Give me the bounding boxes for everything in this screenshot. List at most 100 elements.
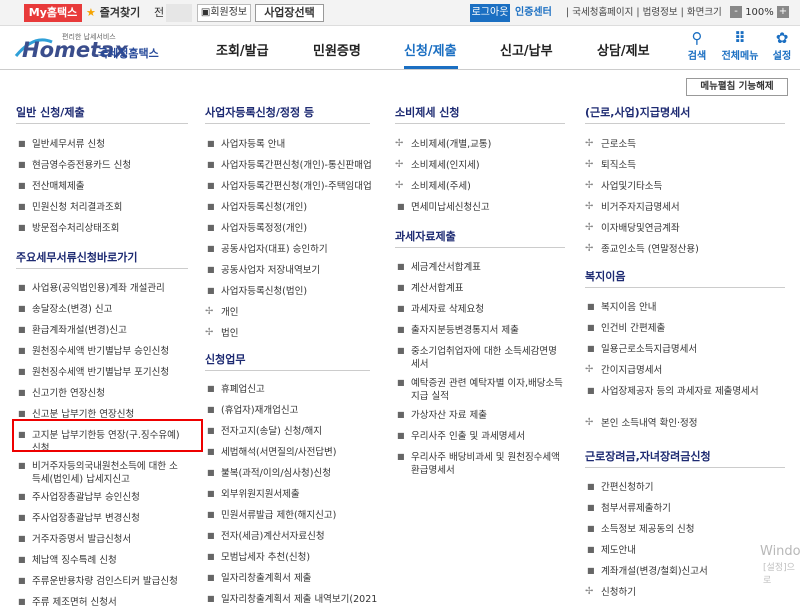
- menu-item-link[interactable]: 주사업장총괄납부 승인신청: [32, 491, 140, 504]
- menu-item-link[interactable]: 과세자료 삭제요청: [411, 303, 484, 316]
- menu-item-link[interactable]: 휴폐업신고: [221, 383, 265, 396]
- menu-item-link[interactable]: 계좌개설(변경/철회)신고서: [601, 565, 708, 578]
- menu-item-link[interactable]: 전자고지(송달) 신청/해지: [221, 425, 322, 438]
- menu-item-link[interactable]: 세금계산서합계표: [411, 261, 481, 274]
- hometax-logo[interactable]: 편리한 납세서비스 Hometax 국세청홈택스: [14, 32, 164, 62]
- menu-item-link[interactable]: 출자지분등변경통지서 제출: [411, 324, 519, 337]
- menu-item-link[interactable]: 민원신청 처리결과조회: [32, 201, 122, 214]
- zoom-out-button[interactable]: -: [730, 6, 742, 18]
- my-hometax-button[interactable]: My홈택스: [24, 4, 82, 22]
- menu-item-link[interactable]: 예탁증권 관련 예탁자별 이자,배당소득지급 실적: [411, 377, 565, 403]
- menu-item-link[interactable]: 사업자등록간편신청(개인)-통신판매업: [221, 159, 372, 172]
- menu-item-link[interactable]: 주류 제조면허 신청서: [32, 596, 117, 609]
- bullet-icon: ■: [207, 552, 215, 561]
- menu-item-link[interactable]: 간편신청하기: [601, 481, 653, 494]
- bullet-icon: ■: [18, 388, 26, 397]
- menu-item-link[interactable]: 법인: [221, 327, 238, 340]
- bullet-icon: ■: [207, 405, 215, 414]
- menu-item-link[interactable]: 주사업장총괄납부 변경신청: [32, 512, 140, 525]
- menu-item-link[interactable]: 인건비 간편제출: [601, 322, 665, 335]
- menu-item-link[interactable]: 첨부서류제출하기: [601, 502, 671, 515]
- menu-fix-toggle-button[interactable]: 메뉴펼침 기능해제: [686, 78, 788, 96]
- menu-item-link[interactable]: 사업자등록정정(개인): [221, 222, 307, 235]
- menu-item-link[interactable]: 거주자증명서 발급신청서: [32, 533, 131, 546]
- menu-item-link[interactable]: 우리사주 인출 및 과세명세서: [411, 430, 525, 443]
- member-info-button[interactable]: ▣회원정보: [197, 4, 251, 22]
- menu-item-link[interactable]: 일자리창출계획서 제출: [221, 572, 311, 585]
- menu-item-link[interactable]: 원천징수세액 반기별납부 포기신청: [32, 366, 169, 379]
- menu-item-link[interactable]: (휴업자)재개업신고: [221, 404, 298, 417]
- nav-civil-certificate[interactable]: 민원증명: [313, 40, 361, 59]
- menu-item-link[interactable]: 전산매체제출: [32, 180, 84, 193]
- menu-item-link[interactable]: 중소기업취업자에 대한 소득세감면명세서: [411, 345, 565, 371]
- menu-item-link[interactable]: 우리사주 배당비과세 및 원천징수세액환급명세서: [411, 451, 565, 477]
- menu-item-link[interactable]: 면세미납세신청신고: [411, 201, 490, 214]
- menu-item-link[interactable]: 퇴직소득: [601, 159, 636, 172]
- favorites-button[interactable]: ★ 즐겨찾기: [86, 4, 140, 22]
- bullet-icon: ■: [397, 378, 405, 387]
- nav-consult[interactable]: 상담/제보: [597, 40, 650, 59]
- bullet-icon: ■: [207, 181, 215, 190]
- search-button[interactable]: ⚲ 검색: [677, 30, 717, 63]
- menu-item-link[interactable]: 사업자등록 안내: [221, 138, 285, 151]
- menu-item-link[interactable]: 방문접수처리상태조회: [32, 222, 119, 235]
- section-divider: [205, 123, 370, 124]
- menu-item-link[interactable]: 근로소득: [601, 138, 636, 151]
- menu-item-link[interactable]: 일반세무서류 신청: [32, 138, 105, 151]
- menu-item-link[interactable]: 체납액 징수특례 신청: [32, 554, 117, 567]
- bullet-icon: ■: [397, 431, 405, 440]
- menu-item-link[interactable]: 소비제세(개별,교통): [411, 138, 491, 151]
- bullet-icon: ■: [207, 510, 215, 519]
- menu-item-link[interactable]: 소비제세(주세): [411, 180, 471, 193]
- menu-item-link[interactable]: 비거주자등의국내원천소득에 대한 소득세(법인세) 납세지신고: [32, 460, 184, 486]
- business-select-button[interactable]: 사업장선택: [255, 4, 324, 22]
- menu-item-link[interactable]: 사업장제공자 등의 과세자료 제출명세서: [601, 385, 781, 398]
- menu-item-link[interactable]: 신청하기: [601, 586, 636, 599]
- menu-item-link[interactable]: 계산서합계표: [411, 282, 463, 295]
- logout-button[interactable]: 로그아웃: [470, 4, 510, 22]
- menu-item-link[interactable]: 사업자등록신청(개인): [221, 201, 307, 214]
- top-links[interactable]: | 국세청홈페이지 | 법령정보 | 화면크기: [566, 4, 722, 22]
- menu-item-link[interactable]: 사업자등록신청(법인): [221, 285, 307, 298]
- menu-item-link[interactable]: 비거주자지급명세서: [601, 201, 680, 214]
- menu-item-link[interactable]: 외부위원지원서제출: [221, 488, 300, 501]
- nav-report-payment[interactable]: 신고/납부: [500, 40, 553, 59]
- bullet-icon: ■: [18, 181, 26, 190]
- auth-center-link[interactable]: 인증센터: [515, 4, 552, 22]
- menu-item-link[interactable]: 민원서류발급 제한(해지신고): [221, 509, 336, 522]
- menu-item-link[interactable]: 송달장소(변경) 신고: [32, 303, 112, 316]
- menu-item-link[interactable]: 가상자산 자료 제출: [411, 409, 487, 422]
- menu-item-link[interactable]: 개인: [221, 306, 238, 319]
- menu-item-link[interactable]: 원천징수세액 반기별납부 승인신청: [32, 345, 169, 358]
- nav-inquiry[interactable]: 조회/발급: [216, 40, 269, 59]
- menu-item-link[interactable]: 이자배당및연금계좌: [601, 222, 680, 235]
- menu-item-link[interactable]: 환급계좌개설(변경)신고: [32, 324, 127, 337]
- menu-item-link[interactable]: 제도안내: [601, 544, 636, 557]
- menu-item-link[interactable]: 소비제세(인지세): [411, 159, 480, 172]
- menu-item-link[interactable]: 공동사업자(대표) 승인하기: [221, 243, 328, 256]
- menu-item-link[interactable]: 전자(세금)계산서자료신청: [221, 530, 325, 543]
- menu-item-link[interactable]: 간이지급명세서: [601, 364, 662, 377]
- menu-item-link[interactable]: 공동사업자 저장내역보기: [221, 264, 320, 277]
- menu-item-link[interactable]: 종교인소득 (연말정산용): [601, 243, 699, 256]
- menu-item-link[interactable]: 사업및기타소득: [601, 180, 662, 193]
- search-label: 검색: [687, 51, 707, 62]
- menu-item-link[interactable]: 세법해석(서면질의/사전답변): [221, 446, 337, 459]
- menu-item-link[interactable]: 주류운반용차량 검인스티커 발급신청: [32, 575, 178, 588]
- menu-item-link[interactable]: 현금영수증전용카드 신청: [32, 159, 131, 172]
- menu-item-link[interactable]: 불복(과적/이의/심사청)신청: [221, 467, 331, 480]
- menu-item-link[interactable]: 모범납세자 추천(신청): [221, 551, 310, 564]
- menu-item-link[interactable]: 사업용(공익법인용)계좌 개설관리: [32, 282, 165, 295]
- settings-button[interactable]: ✿ 설정: [762, 30, 800, 63]
- menu-item-link[interactable]: 복지이음 안내: [601, 301, 656, 314]
- nav-application[interactable]: 신청/제출: [404, 40, 457, 59]
- menu-item-link[interactable]: 소득정보 제공동의 신청: [601, 523, 694, 536]
- zoom-in-button[interactable]: +: [776, 6, 789, 18]
- menu-item-link[interactable]: 사업자등록간편신청(개인)-주택임대업: [221, 180, 372, 193]
- bullet-icon: ■: [397, 202, 405, 211]
- bullet-icon: ■: [397, 325, 405, 334]
- all-menu-button[interactable]: ⠿ 전체메뉴: [720, 30, 760, 63]
- menu-item-link[interactable]: 일용근로소득지급명세서: [601, 343, 697, 356]
- menu-item-link[interactable]: 신고기한 연장신청: [32, 387, 105, 400]
- menu-item-link[interactable]: 본인 소득내역 확인·정정: [601, 417, 697, 430]
